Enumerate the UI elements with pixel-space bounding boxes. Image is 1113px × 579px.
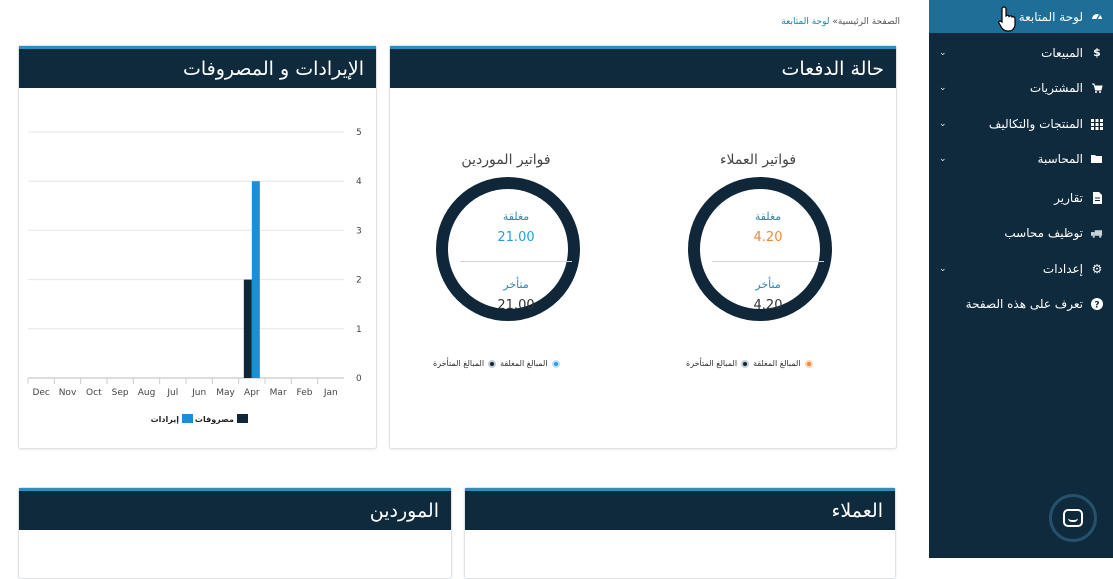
hand-cursor-icon xyxy=(998,6,1016,32)
folder-icon xyxy=(1091,153,1103,165)
svg-text:?: ? xyxy=(1094,300,1099,310)
supplier-late-value: 21.00 xyxy=(497,298,535,313)
customer-late-label: متأخر xyxy=(755,278,781,291)
sidebar-item-label: المشتريات xyxy=(1029,80,1083,95)
sidebar-item-hire-accountant[interactable]: توظيف محاسب xyxy=(929,216,1113,249)
sidebar-item-accounting[interactable]: المحاسبة ⌄ xyxy=(929,142,1113,175)
sidebar: لوحة المتابعة $ المبيعات ⌄ المشتريات ⌄ ا… xyxy=(929,0,1113,558)
breadcrumb: الصفحة الرئيسية» لوحة المتابعة xyxy=(781,17,900,27)
suppliers-title: الموردين xyxy=(19,488,451,530)
sidebar-item-label: تعرف على هذه الصفحة xyxy=(965,296,1083,311)
dashboard-icon xyxy=(1091,11,1103,23)
chat-button[interactable] xyxy=(1049,494,1097,542)
x-tick-label: Dec xyxy=(32,388,49,398)
y-tick-label: 4 xyxy=(356,177,362,187)
sidebar-item-label: توظيف محاسب xyxy=(1004,225,1083,240)
customer-invoices-title: فواتير العملاء xyxy=(719,152,797,168)
breadcrumb-current[interactable]: لوحة المتابعة xyxy=(781,17,829,27)
supplier-legend: المبالغ المغلقة المبالغ المتأخرة xyxy=(433,359,560,368)
y-tick-label: 2 xyxy=(356,276,362,286)
legend-closed-label: المبالغ المغلقة xyxy=(500,359,548,368)
customer-legend: المبالغ المغلقة المبالغ المتأخرة xyxy=(686,359,813,368)
sidebar-item-help[interactable]: ? تعرف على هذه الصفحة xyxy=(929,287,1113,320)
customers-panel: العملاء xyxy=(464,487,896,579)
supplier-closed-value: 21.00 xyxy=(497,230,535,245)
sidebar-item-settings[interactable]: ⚙ إعدادات ⌄ xyxy=(929,252,1113,285)
bar-apr-0[interactable] xyxy=(243,279,252,378)
legend-swatch xyxy=(237,414,248,423)
legend-closed-dot xyxy=(804,359,813,368)
customer-closed-label: مغلقة xyxy=(754,210,782,223)
revenue-expenses-panel: الإيرادات و المصروفات 0 1 2 3 4 5 Jan Feb Mar Apr… xyxy=(18,45,377,449)
x-tick-label: May xyxy=(216,388,235,398)
chevron-down-icon: ⌄ xyxy=(939,82,947,93)
legend-label: إيرادات xyxy=(151,415,180,424)
y-tick-label: 5 xyxy=(356,128,362,138)
chevron-down-icon: ⌄ xyxy=(939,47,947,58)
breadcrumb-home[interactable]: الصفحة الرئيسية xyxy=(838,17,900,27)
x-tick-label: Jul xyxy=(166,388,178,398)
x-tick-label: Jan xyxy=(323,388,338,398)
supplier-invoices-title: فواتير الموردين xyxy=(461,152,551,168)
chevron-down-icon: ⌄ xyxy=(939,153,947,164)
legend-swatch xyxy=(182,414,193,423)
legend-late-dot xyxy=(488,359,497,368)
cart-icon xyxy=(1091,82,1103,94)
y-tick-label: 0 xyxy=(356,374,362,384)
sidebar-item-label: تقارير xyxy=(1054,190,1083,205)
sidebar-item-products[interactable]: المنتجات والتكاليف ⌄ xyxy=(929,107,1113,140)
grid-icon xyxy=(1091,118,1103,130)
x-tick-label: Mar xyxy=(270,388,287,398)
legend-closed-dot xyxy=(551,359,560,368)
x-tick-label: Nov xyxy=(59,388,77,398)
chevron-down-icon: ⌄ xyxy=(939,263,947,274)
sidebar-item-label: المبيعات xyxy=(1041,45,1083,60)
sidebar-item-label: إعدادات xyxy=(1042,261,1083,276)
chevron-down-icon: ⌄ xyxy=(939,118,947,129)
supplier-divider xyxy=(460,261,572,262)
sidebar-item-label: المنتجات والتكاليف xyxy=(988,116,1083,131)
y-tick-label: 1 xyxy=(356,325,362,335)
x-tick-label: Sep xyxy=(112,388,129,398)
sidebar-item-purchases[interactable]: المشتريات ⌄ xyxy=(929,71,1113,104)
payments-status-panel: حالة الدفعات فواتير العملاء مغلقة 4.20 م… xyxy=(389,45,897,449)
customer-divider xyxy=(712,261,824,262)
sidebar-item-label: المحاسبة xyxy=(1037,151,1083,166)
sidebar-item-sales[interactable]: $ المبيعات ⌄ xyxy=(929,36,1113,69)
sidebar-item-dashboard[interactable]: لوحة المتابعة xyxy=(929,0,1113,33)
payments-status-title: حالة الدفعات xyxy=(390,46,896,88)
x-tick-label: Feb xyxy=(297,388,313,398)
dollar-icon: $ xyxy=(1093,46,1101,59)
suppliers-panel: الموردين xyxy=(18,487,452,579)
bar-apr-1[interactable] xyxy=(251,181,260,378)
y-tick-label: 3 xyxy=(356,226,362,236)
truck-icon xyxy=(1091,227,1103,239)
legend-late-label: المبالغ المتأخرة xyxy=(433,359,485,368)
legend-late-dot xyxy=(741,359,750,368)
customer-late-value: 4.20 xyxy=(753,298,783,313)
x-tick-label: Apr xyxy=(244,388,260,398)
customers-title: العملاء xyxy=(465,488,895,530)
legend-label: مصروفات xyxy=(195,415,234,424)
document-icon xyxy=(1091,191,1103,204)
x-tick-label: Oct xyxy=(86,388,102,398)
revenue-expenses-chart: 0 1 2 3 4 5 Jan Feb Mar Apr May Jun Jul Aug Sep Oct Nov D… xyxy=(27,128,362,424)
sidebar-item-label: لوحة المتابعة xyxy=(1018,9,1083,24)
legend-closed-label: المبالغ المغلقة xyxy=(753,359,801,368)
sidebar-item-reports[interactable]: تقارير xyxy=(929,181,1113,214)
customer-closed-value: 4.20 xyxy=(753,230,783,245)
chat-icon xyxy=(1063,509,1083,527)
gear-icon: ⚙ xyxy=(1091,261,1103,276)
help-icon: ? xyxy=(1091,297,1103,310)
supplier-late-label: متأخر xyxy=(503,278,529,291)
x-tick-label: Aug xyxy=(138,388,156,398)
supplier-closed-label: مغلقة xyxy=(502,210,530,223)
x-tick-label: Jun xyxy=(191,388,206,398)
legend-late-label: المبالغ المتأخرة xyxy=(686,359,738,368)
